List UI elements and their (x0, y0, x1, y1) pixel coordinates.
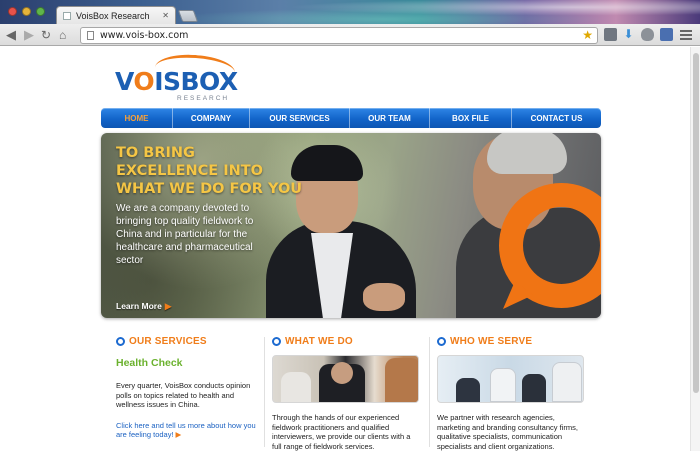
nav-our-team[interactable]: OUR TEAM (350, 108, 430, 128)
url-text[interactable]: www.vois-box.com (100, 30, 188, 41)
scrollbar-thumb[interactable] (693, 53, 699, 393)
reload-icon[interactable]: ↻ (41, 27, 51, 43)
what-we-do-text: Through the hands of our experienced fie… (272, 413, 411, 451)
ring-icon (116, 336, 125, 346)
arrow-right-icon: ▶ (175, 430, 182, 439)
page-favicon-icon (63, 11, 71, 20)
address-bar[interactable]: www.vois-box.com ★ (80, 27, 598, 44)
hero-banner: TO BRING EXCELLENCE INTO WHAT WE DO FOR … (101, 133, 601, 318)
who-we-serve-text: We partner with research agencies, marke… (437, 413, 578, 451)
nav-contact-us[interactable]: CONTACT US (512, 108, 601, 128)
who-we-serve-photo (437, 355, 584, 403)
nav-our-services[interactable]: OUR SERVICES (250, 108, 350, 128)
hero-headline: TO BRING EXCELLENCE INTO WHAT WE DO FOR … (116, 145, 303, 197)
back-arrow-icon[interactable]: ◀ (6, 27, 16, 43)
photo-face (331, 362, 353, 384)
our-services-text: Every quarter, VoisBox conducts opinion … (116, 381, 251, 409)
main-navigation: HOME COMPANY OUR SERVICES OUR TEAM BOX F… (101, 108, 601, 128)
photo-figure (490, 368, 516, 402)
extension-icon[interactable] (604, 28, 617, 41)
learn-more-link[interactable]: Learn More ▶ (116, 301, 171, 312)
web-page: VOISBOX RESEARCH HOME COMPANY OUR SERVIC… (0, 47, 690, 451)
photo-figure (522, 374, 546, 402)
nav-home[interactable]: HOME (101, 108, 173, 128)
who-we-serve-column: WHO WE SERVE We partner with research ag… (437, 335, 587, 451)
close-window-button[interactable] (8, 7, 17, 16)
photo-figure (385, 358, 418, 402)
book-icon[interactable] (660, 28, 673, 41)
our-services-heading: OUR SERVICES (116, 335, 264, 347)
nav-company[interactable]: COMPANY (173, 108, 250, 128)
hero-photo-hand (363, 283, 405, 311)
column-divider (429, 337, 430, 447)
hero-photo-hair-2 (487, 133, 567, 174)
who-we-serve-heading: WHO WE SERVE (437, 335, 587, 347)
arrow-right-icon: ▶ (164, 301, 172, 311)
home-icon[interactable]: ⌂ (59, 27, 66, 43)
logo-subtitle: RESEARCH (177, 95, 230, 102)
our-services-column: OUR SERVICES Health Check Every quarter,… (116, 335, 264, 451)
logo-wordmark: VOISBOX (115, 67, 238, 96)
browser-titlebar: VoisBox Research ✕ (0, 0, 700, 24)
what-we-do-column: WHAT WE DO Through the hands of our expe… (272, 335, 422, 451)
photo-figure (281, 372, 311, 402)
minimize-window-button[interactable] (22, 7, 31, 16)
tab-close-icon[interactable]: ✕ (162, 11, 169, 20)
browser-tab[interactable]: VoisBox Research ✕ (56, 6, 176, 24)
feeling-today-link[interactable]: Click here and tell us more about how yo… (116, 421, 264, 440)
photo-figure (552, 362, 582, 402)
health-check-title[interactable]: Health Check (116, 357, 264, 369)
page-icon (87, 31, 94, 40)
what-we-do-photo (272, 355, 419, 403)
shield-icon[interactable] (641, 28, 654, 41)
photo-figure (456, 378, 480, 402)
column-divider (264, 337, 265, 447)
download-arrow-icon[interactable]: ⬇ (622, 28, 635, 41)
vertical-scrollbar[interactable] (690, 47, 700, 451)
bookmark-star-icon[interactable]: ★ (582, 28, 593, 43)
voisbox-logo[interactable]: VOISBOX RESEARCH (115, 52, 238, 105)
maximize-window-button[interactable] (36, 7, 45, 16)
ring-icon (437, 336, 446, 346)
nav-box-file[interactable]: BOX FILE (430, 108, 512, 128)
what-we-do-heading: WHAT WE DO (272, 335, 422, 347)
ring-icon (272, 336, 281, 346)
browser-toolbar: ◀ ▶ ↻ ⌂ www.vois-box.com ★ ⬇ (0, 24, 700, 46)
menu-icon[interactable] (680, 28, 693, 41)
hero-blurb: We are a company devoted to bringing top… (116, 203, 254, 266)
tab-title: VoisBox Research (76, 10, 150, 21)
forward-arrow-icon[interactable]: ▶ (24, 27, 34, 43)
